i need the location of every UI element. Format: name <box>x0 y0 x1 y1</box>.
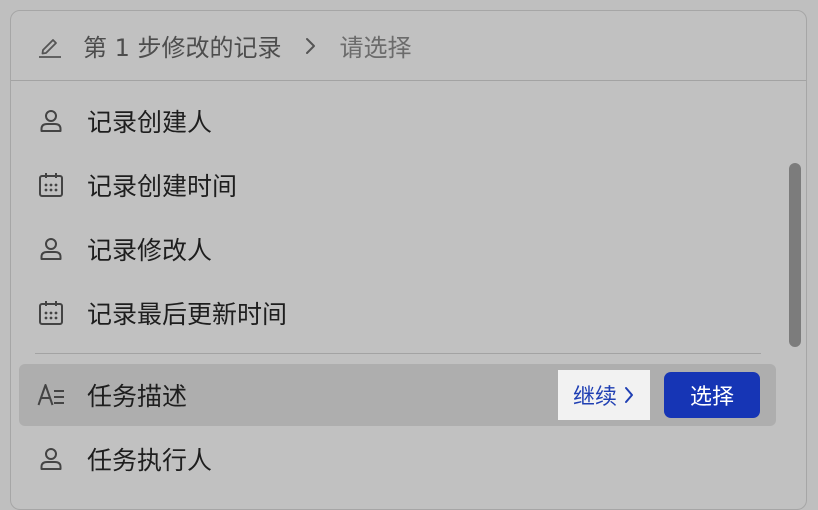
select-placeholder[interactable]: 请选择 <box>340 28 412 63</box>
list-item-label: 任务执行人 <box>87 446 213 475</box>
list-item-task-assignee[interactable]: 任务执行人 <box>19 428 776 490</box>
calendar-icon <box>39 173 63 197</box>
chevron-right-icon <box>625 387 633 403</box>
field-picker-panel: 第 1 步修改的记录 请选择 记录创建人 记录创建时间 记录修改人 记录最后更新… <box>10 10 807 510</box>
list-item-label: 记录最后更新时间 <box>87 300 288 329</box>
continue-button[interactable]: 继续 <box>558 370 650 420</box>
list-item-label: 记录修改人 <box>87 236 213 265</box>
scrollbar-thumb[interactable] <box>789 163 801 347</box>
list-item-record-creator[interactable]: 记录创建人 <box>19 90 776 152</box>
list-item-label: 记录创建时间 <box>87 172 238 201</box>
text-field-icon <box>37 384 64 406</box>
edit-icon <box>39 38 61 58</box>
person-icon <box>40 448 62 470</box>
list-item-record-created-time[interactable]: 记录创建时间 <box>19 154 776 216</box>
continue-button-label: 继续 <box>572 385 617 410</box>
select-button[interactable]: 选择 <box>664 372 760 418</box>
list-item-record-last-updated[interactable]: 记录最后更新时间 <box>19 282 776 344</box>
person-icon <box>40 110 62 132</box>
list-item-record-modifier[interactable]: 记录修改人 <box>19 218 776 280</box>
list-item-label: 记录创建人 <box>87 108 213 137</box>
chevron-right-icon <box>305 37 315 54</box>
picker-header: 第 1 步修改的记录 请选择 <box>11 11 806 81</box>
calendar-icon <box>39 301 63 325</box>
list-item-label: 任务描述 <box>87 382 188 411</box>
list-divider <box>35 353 761 354</box>
person-icon <box>40 238 62 260</box>
step-record-title[interactable]: 第 1 步修改的记录 <box>83 28 282 63</box>
list-item-task-description[interactable]: 任务描述 继续 选择 <box>19 364 776 426</box>
